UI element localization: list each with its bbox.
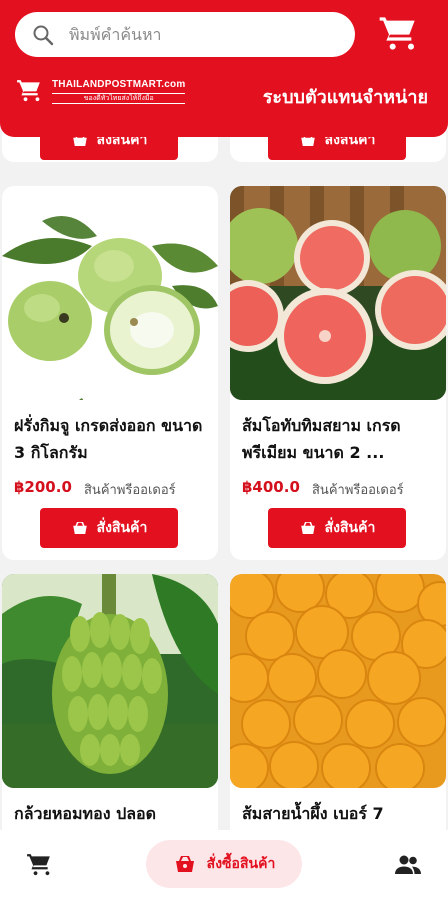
product-name: ส้มโอทับทิมสยาม เกรดพรีเมียม ขนาด 2 ... [242, 416, 401, 462]
product-image-orange [230, 574, 446, 788]
preorder-label: สินค้าพรีออเดอร์ [312, 483, 404, 498]
nav-order-label: สั่งซื้อสินค้า [206, 856, 276, 872]
brand-name: THAILANDPOSTMART.com [52, 78, 186, 90]
cart-icon [17, 80, 40, 102]
product-image-guava [2, 186, 218, 400]
agent-system-title: ระบบตัวแทนจำหน่าย [262, 87, 428, 108]
search-bar[interactable] [15, 12, 355, 57]
product-name: ฝรั่งกิมจู เกรดส่งออก ขนาด 3 กิโลกรัม [14, 416, 203, 462]
basket-icon [300, 522, 315, 534]
order-button[interactable]: สั่งสินค้า [268, 508, 406, 548]
nav-order-button[interactable]: สั่งซื้อสินค้า [146, 840, 302, 888]
product-image-pomelo [230, 186, 446, 400]
product-price: ฿400.0 [242, 478, 300, 496]
product-card[interactable]: ฝรั่งกิมจู เกรดส่งออก ขนาด 3 กิโลกรัม ฿2… [2, 186, 218, 560]
search-icon [33, 25, 54, 45]
order-button-label: สั่งสินค้า [96, 520, 148, 536]
cart-icon[interactable] [378, 14, 418, 54]
product-card[interactable]: กล้วยหอมทอง ปลอด [2, 574, 218, 844]
cart-icon[interactable] [26, 852, 52, 878]
order-button[interactable]: สั่งสินค้า [40, 508, 178, 548]
brand-tagline: ของดีทั่วไทยส่งให้ถึงมือ [52, 92, 186, 104]
app-header: THAILANDPOSTMART.com ของดีทั่วไทยส่งให้ถ… [0, 0, 448, 137]
preorder-label: สินค้าพรีออเดอร์ [84, 483, 176, 498]
product-name: ส้มสายน้ำผึ้ง เบอร์ 7 [242, 804, 384, 823]
basket-icon [175, 856, 194, 872]
product-image-banana [2, 574, 218, 788]
search-input[interactable] [69, 25, 329, 44]
basket-icon [72, 522, 87, 534]
people-icon[interactable] [394, 852, 422, 878]
product-card[interactable]: ส้มโอทับทิมสยาม เกรดพรีเมียม ขนาด 2 ... … [230, 186, 446, 560]
product-card[interactable]: ส้มสายน้ำผึ้ง เบอร์ 7 [230, 574, 446, 844]
bottom-nav: สั่งซื้อสินค้า [0, 830, 448, 900]
product-name: กล้วยหอมทอง ปลอด [14, 804, 157, 823]
order-button-label: สั่งสินค้า [324, 520, 376, 536]
product-price: ฿200.0 [14, 478, 72, 496]
brand-logo: THAILANDPOSTMART.com ของดีทั่วไทยส่งให้ถ… [16, 78, 186, 104]
